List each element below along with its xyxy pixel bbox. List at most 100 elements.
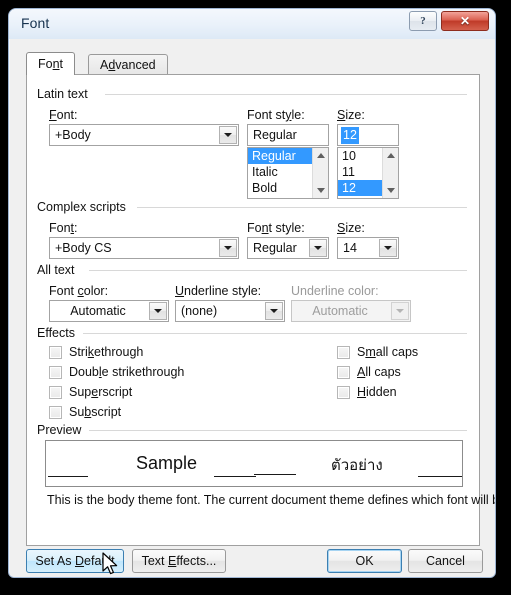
checkbox-superscript[interactable]: Superscript bbox=[49, 383, 132, 401]
checkbox-label: All caps bbox=[357, 365, 401, 379]
dialog-body: Font Advanced Latin text Font: +Body Fon… bbox=[10, 39, 495, 577]
checkbox-icon[interactable] bbox=[337, 385, 350, 399]
preview-box: Sample ตัวอย่าง bbox=[45, 440, 463, 487]
checkbox-icon[interactable] bbox=[337, 345, 350, 359]
font-color-value: Automatic bbox=[70, 304, 126, 318]
preview-rule bbox=[214, 476, 256, 477]
checkbox-icon[interactable] bbox=[49, 365, 62, 379]
checkbox-strikethrough[interactable]: Strikethrough bbox=[49, 343, 143, 361]
group-rule-complex-scripts bbox=[137, 207, 467, 208]
latin-style-input[interactable]: Regular bbox=[247, 124, 329, 146]
checkbox-hidden[interactable]: Hidden bbox=[337, 383, 397, 401]
group-rule-latin-text bbox=[105, 94, 467, 95]
latin-size-label: Size: bbox=[337, 108, 365, 122]
text-effects-label: Text Effects... bbox=[141, 554, 217, 568]
latin-size-value: 12 bbox=[341, 127, 359, 144]
checkbox-label: Hidden bbox=[357, 385, 397, 399]
underline-style-label: Underline style: bbox=[175, 284, 262, 298]
latin-size-input[interactable]: 12 bbox=[337, 124, 399, 146]
complex-style-label: Font style: bbox=[247, 221, 305, 235]
preview-rule bbox=[418, 476, 462, 477]
preview-sample-latin: Sample bbox=[136, 453, 198, 473]
group-rule-all-text bbox=[89, 270, 467, 271]
checkbox-icon[interactable] bbox=[49, 405, 62, 419]
tab-font-label: Font bbox=[38, 57, 64, 71]
help-icon[interactable]: ? bbox=[409, 11, 437, 31]
mouse-cursor bbox=[102, 552, 118, 575]
list-item[interactable]: Italic bbox=[248, 164, 312, 180]
latin-font-value: +Body bbox=[55, 128, 91, 142]
scroll-up-icon[interactable] bbox=[383, 148, 398, 163]
checkbox-subscript[interactable]: Subscript bbox=[49, 403, 121, 421]
title-bar: Font ? ✕ bbox=[9, 9, 495, 39]
scroll-up-icon[interactable] bbox=[313, 148, 328, 163]
tab-advanced-label: Advanced bbox=[100, 58, 156, 72]
complex-size-combo[interactable]: 14 bbox=[337, 237, 399, 259]
chevron-down-icon[interactable] bbox=[309, 239, 327, 257]
text-effects-button[interactable]: Text Effects... bbox=[132, 549, 226, 573]
list-item[interactable]: 11 bbox=[338, 164, 382, 180]
preview-sample-thai: ตัวอย่าง bbox=[331, 456, 383, 474]
tab-strip: Font Advanced bbox=[26, 52, 480, 75]
group-label-latin-text: Latin text bbox=[37, 87, 93, 101]
list-item[interactable]: Bold bbox=[248, 180, 312, 196]
chevron-down-icon[interactable] bbox=[379, 239, 397, 257]
checkbox-icon[interactable] bbox=[337, 365, 350, 379]
underline-style-value: (none) bbox=[181, 304, 218, 318]
chevron-down-icon[interactable] bbox=[265, 302, 283, 320]
latin-style-listbox[interactable]: Regular Italic Bold bbox=[247, 147, 329, 199]
close-icon[interactable]: ✕ bbox=[441, 11, 489, 31]
font-tab-panel: Latin text Font: +Body Font style: Regul… bbox=[26, 74, 495, 546]
latin-size-listbox[interactable]: 10 11 12 bbox=[337, 147, 399, 199]
tab-font[interactable]: Font bbox=[26, 52, 76, 75]
latin-style-items: Regular Italic Bold bbox=[248, 148, 312, 196]
scroll-down-icon[interactable] bbox=[383, 183, 398, 198]
checkbox-label: Small caps bbox=[357, 345, 419, 359]
preview-rule bbox=[254, 474, 296, 475]
chevron-down-icon bbox=[391, 302, 409, 320]
latin-style-value: Regular bbox=[253, 128, 297, 142]
checkbox-icon[interactable] bbox=[49, 345, 62, 359]
complex-style-value: Regular bbox=[253, 241, 297, 255]
preview-rule bbox=[48, 476, 88, 477]
font-dialog-window: Font ? ✕ Font Advanced Latin text Font: … bbox=[8, 8, 496, 578]
window-title: Font bbox=[21, 15, 50, 31]
chevron-down-icon[interactable] bbox=[219, 239, 237, 257]
checkbox-double-strikethrough[interactable]: Double strikethrough bbox=[49, 363, 184, 381]
latin-font-combo[interactable]: +Body bbox=[49, 124, 239, 146]
list-item[interactable]: 10 bbox=[338, 148, 382, 164]
checkbox-label: Superscript bbox=[69, 385, 133, 399]
font-color-label: Font color: bbox=[49, 284, 109, 298]
group-label-all-text: All text bbox=[37, 263, 80, 277]
checkbox-all-caps[interactable]: All caps bbox=[337, 363, 401, 381]
complex-font-value: +Body CS bbox=[55, 241, 112, 255]
chevron-down-icon[interactable] bbox=[149, 302, 167, 320]
font-color-combo[interactable]: Automatic bbox=[49, 300, 169, 322]
group-rule-effects bbox=[83, 333, 467, 334]
latin-style-scrollbar[interactable] bbox=[312, 148, 328, 198]
checkbox-icon[interactable] bbox=[49, 385, 62, 399]
checkbox-small-caps[interactable]: Small caps bbox=[337, 343, 418, 361]
ok-button[interactable]: OK bbox=[327, 549, 402, 573]
cancel-button[interactable]: Cancel bbox=[408, 549, 483, 573]
group-label-complex-scripts: Complex scripts bbox=[37, 200, 131, 214]
latin-style-label: Font style: bbox=[247, 108, 305, 122]
tab-advanced[interactable]: Advanced bbox=[88, 54, 168, 75]
scroll-down-icon[interactable] bbox=[313, 183, 328, 198]
list-item[interactable]: Regular bbox=[248, 148, 312, 164]
underline-color-value: Automatic bbox=[312, 304, 368, 318]
complex-font-label: Font: bbox=[49, 221, 78, 235]
chevron-down-icon[interactable] bbox=[219, 126, 237, 144]
preview-note: This is the body theme font. The current… bbox=[47, 493, 496, 507]
latin-size-scrollbar[interactable] bbox=[382, 148, 398, 198]
latin-size-items: 10 11 12 bbox=[338, 148, 382, 196]
complex-font-combo[interactable]: +Body CS bbox=[49, 237, 239, 259]
checkbox-label: Subscript bbox=[69, 405, 122, 419]
complex-style-combo[interactable]: Regular bbox=[247, 237, 329, 259]
latin-font-label: Font: bbox=[49, 108, 78, 122]
list-item[interactable]: 12 bbox=[338, 180, 382, 196]
complex-size-label: Size: bbox=[337, 221, 365, 235]
group-label-preview: Preview bbox=[37, 423, 87, 437]
underline-style-combo[interactable]: (none) bbox=[175, 300, 285, 322]
checkbox-label: Strikethrough bbox=[69, 345, 144, 359]
